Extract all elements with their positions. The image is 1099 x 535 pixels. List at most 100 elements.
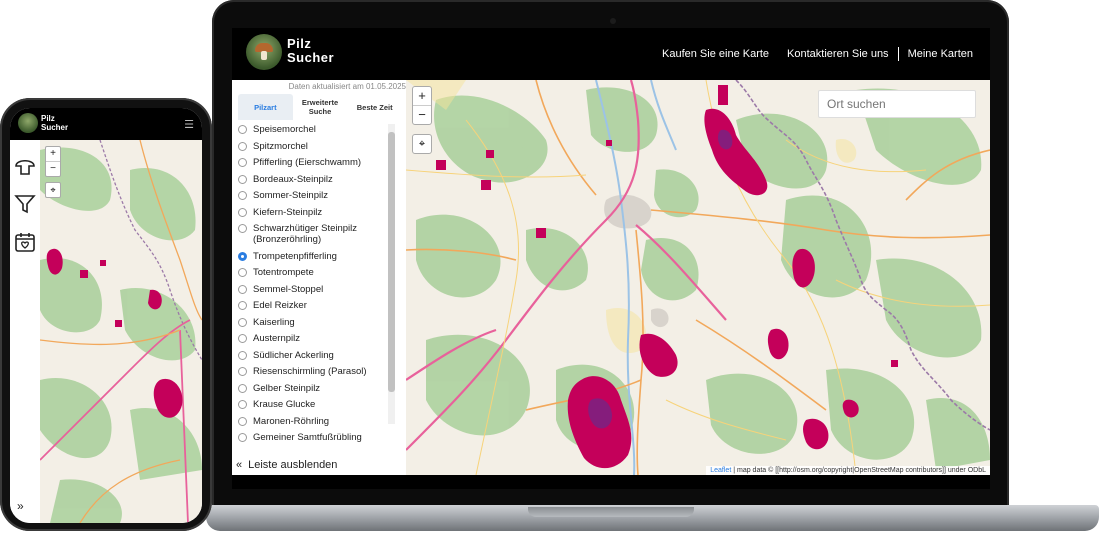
radio-empty-icon[interactable] <box>238 334 247 343</box>
radio-empty-icon[interactable] <box>238 207 247 217</box>
species-option[interactable]: Riesenschirmling (Parasol) <box>236 366 386 377</box>
zoom-in-button[interactable]: + <box>413 87 431 105</box>
laptop-screen: Pilz Sucher Kaufen Sie eine Karte Kontak… <box>232 28 990 475</box>
species-list: Speisemorchel Spitzmorchel Pfifferling (Ei… <box>236 124 386 451</box>
nav-contact[interactable]: Kontaktieren Sie uns <box>778 48 898 60</box>
species-option[interactable]: Bordeaux-Steinpilz <box>236 174 386 185</box>
species-option-label: Totentrompete <box>253 267 314 278</box>
radio-empty-icon[interactable] <box>238 383 247 393</box>
radio-empty-icon[interactable] <box>238 174 247 184</box>
species-option[interactable]: Schwarzhütiger Steinpilz (Bronzeröhrling… <box>236 223 386 245</box>
species-option[interactable]: Gemeiner Samtfußrübling <box>236 432 386 443</box>
mushroom-icon[interactable] <box>13 154 37 178</box>
radio-empty-icon[interactable] <box>238 317 247 327</box>
place-search-input[interactable] <box>818 90 976 118</box>
species-option[interactable]: Austernpilz <box>236 333 386 344</box>
logo-text[interactable]: Pilz Sucher <box>287 37 334 65</box>
mushroom-logo-icon[interactable] <box>246 34 282 70</box>
leaflet-link[interactable]: Leaflet <box>710 467 731 474</box>
species-option-label: Kiefern-Steinpilz <box>253 206 323 218</box>
radio-empty-icon[interactable] <box>238 400 247 409</box>
tab-advanced-search[interactable]: Erweiterte Suche <box>293 94 348 120</box>
species-option-label: Südlicher Ackerling <box>253 349 334 361</box>
phone-logo-text[interactable]: Pilz Sucher <box>41 114 68 132</box>
species-option[interactable]: Speisemorchel <box>236 124 386 135</box>
site-header: Pilz Sucher Kaufen Sie eine Karte Kontak… <box>232 28 990 80</box>
species-option[interactable]: Totentrompete <box>236 267 386 278</box>
phone-mushroom-logo-icon[interactable] <box>18 113 38 133</box>
species-option[interactable]: Südlicher Ackerling <box>236 350 386 361</box>
species-option-label: Sommer-Steinpilz <box>253 190 328 201</box>
species-option[interactable]: Edel Reizker <box>236 300 386 311</box>
radio-selected-icon[interactable] <box>238 251 247 261</box>
species-option[interactable]: Pfifferling (Eierschwamm) <box>236 157 386 168</box>
species-option-label: Semmel-Stoppel <box>253 283 324 295</box>
species-option[interactable]: Trompetenpfifferling <box>236 251 386 262</box>
tab-species[interactable]: Pilzart <box>238 94 293 120</box>
species-option-label: Maronen-Röhrling <box>253 415 330 427</box>
radio-empty-icon[interactable] <box>238 350 247 360</box>
species-option[interactable]: Spitzmorchel <box>236 141 386 152</box>
species-option-label: Speisemorchel <box>253 124 316 135</box>
zoom-out-button[interactable]: − <box>413 105 431 124</box>
species-list-scrollbar[interactable] <box>388 124 395 424</box>
nav-buy-map[interactable]: Kaufen Sie eine Karte <box>653 48 778 60</box>
species-option-label: Krause Glucke <box>253 399 316 410</box>
species-sidebar: Daten aktualisiert am 01.05.2025 Pilzart… <box>232 80 406 475</box>
phone-sidebar-rail: » <box>10 140 40 523</box>
radio-empty-icon[interactable] <box>238 433 247 442</box>
phone-zoom-control: + − <box>45 146 61 177</box>
species-option-label: Riesenschirmling (Parasol) <box>253 366 367 377</box>
species-option-label: Edel Reizker <box>253 300 307 311</box>
phone-screen: Pilz Sucher ☰ » + − ⌖ <box>10 108 202 523</box>
species-option-label: Schwarzhütiger Steinpilz (Bronzeröhrling… <box>253 223 358 245</box>
radio-empty-icon[interactable] <box>238 367 247 376</box>
species-option[interactable]: Gelber Steinpilz <box>236 383 386 394</box>
hamburger-menu-icon[interactable]: ☰ <box>184 118 194 131</box>
laptop-opening-notch <box>528 507 694 517</box>
radio-empty-icon[interactable] <box>238 141 247 151</box>
double-chevron-left-icon: « <box>236 459 243 471</box>
species-option-label: Kaiserling <box>253 316 295 328</box>
radio-empty-icon[interactable] <box>238 158 247 167</box>
main-nav: Kaufen Sie eine Karte Kontaktieren Sie u… <box>653 47 982 61</box>
species-option-label: Spitzmorchel <box>253 140 308 152</box>
filter-icon[interactable] <box>13 192 37 216</box>
nav-my-maps[interactable]: Meine Karten <box>899 48 982 60</box>
phone-header: Pilz Sucher ☰ <box>10 108 202 140</box>
sidebar-tabs: Pilzart Erweiterte Suche Beste Zeit <box>238 94 402 120</box>
radio-empty-icon[interactable] <box>238 224 247 233</box>
map-view[interactable]: + − ⌖ Leaflet | map data © [[http://osm.… <box>406 80 990 475</box>
species-option[interactable]: Krause Glucke <box>236 399 386 410</box>
radio-empty-icon[interactable] <box>238 284 247 294</box>
radio-empty-icon[interactable] <box>238 416 247 426</box>
radio-empty-icon[interactable] <box>238 301 247 310</box>
tab-best-time[interactable]: Beste Zeit <box>347 94 402 120</box>
laptop-bezel-chin <box>232 475 990 489</box>
expand-sidebar-chevron-icon[interactable]: » <box>17 499 24 513</box>
species-option[interactable]: Kaiserling <box>236 317 386 328</box>
species-option[interactable]: Sommer-Steinpilz <box>236 190 386 201</box>
locate-me-icon[interactable]: ⌖ <box>412 134 432 154</box>
calendar-heart-icon[interactable] <box>13 230 37 254</box>
phone-map-view[interactable]: + − ⌖ <box>40 140 202 523</box>
map-tiles <box>406 80 990 475</box>
radio-empty-icon[interactable] <box>238 268 247 277</box>
species-option[interactable]: Semmel-Stoppel <box>236 284 386 295</box>
species-option-label: Gemeiner Samtfußrübling <box>253 432 362 443</box>
species-option-label: Bordeaux-Steinpilz <box>253 173 333 185</box>
phone-zoom-out-button[interactable]: − <box>46 161 60 176</box>
phone-map-tiles <box>40 140 202 523</box>
radio-empty-icon[interactable] <box>238 191 247 200</box>
species-option-label: Trompetenpfifferling <box>253 250 337 262</box>
species-option[interactable]: Maronen-Röhrling <box>236 416 386 427</box>
scrollbar-thumb[interactable] <box>388 132 395 392</box>
species-option[interactable]: Kiefern-Steinpilz <box>236 207 386 218</box>
collapse-sidebar-button[interactable]: « Leiste ausblenden <box>236 459 337 471</box>
phone-zoom-in-button[interactable]: + <box>46 147 60 161</box>
radio-empty-icon[interactable] <box>238 125 247 134</box>
camera-dot <box>610 18 616 24</box>
species-option-label: Gelber Steinpilz <box>253 382 321 394</box>
phone-locate-me-icon[interactable]: ⌖ <box>45 182 61 198</box>
species-option-label: Pfifferling (Eierschwamm) <box>253 157 362 168</box>
